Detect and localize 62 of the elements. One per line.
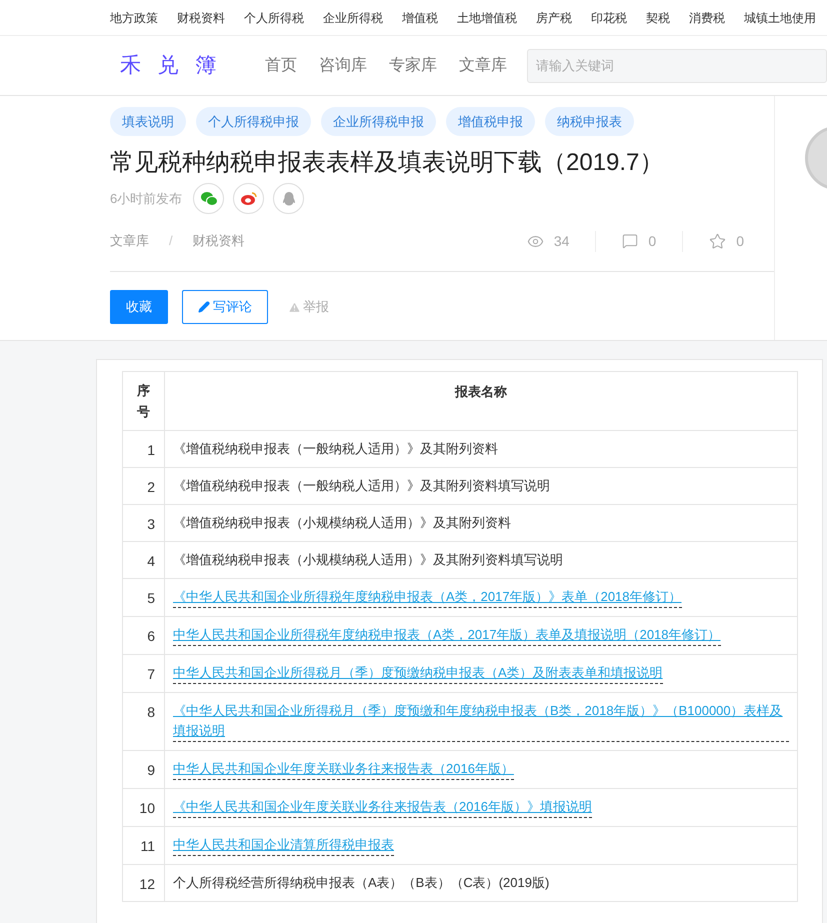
table-header-cell: 报表名称 xyxy=(164,372,798,430)
table-header-cell: 序号 xyxy=(122,372,164,430)
breadcrumb-link[interactable]: 文章库 xyxy=(110,231,149,251)
document-title: 个人所得税经营所得纳税申报表（A表）（B表）（C表）(2019版) xyxy=(173,875,550,890)
view-count: 34 xyxy=(554,232,570,250)
main-nav-link[interactable]: 专家库 xyxy=(389,54,437,78)
comment-count: 0 xyxy=(648,232,656,250)
top-nav-link[interactable]: 增值税 xyxy=(402,8,438,26)
document-title: 《增值税纳税申报表（一般纳税人适用）》及其附列资料 xyxy=(173,441,498,456)
table-cell: 4 xyxy=(122,542,164,578)
table-cell: 3 xyxy=(122,504,164,542)
share-button[interactable] xyxy=(273,183,304,214)
pencil-icon xyxy=(198,301,210,313)
top-nav-link[interactable]: 城镇土地使用 xyxy=(744,8,816,26)
publish-time: 6小时前发布 xyxy=(110,190,182,208)
document-title: 《增值税纳税申报表（小规模纳税人适用）》及其附列资料 xyxy=(173,515,511,530)
favorite-button[interactable]: 收藏 xyxy=(110,290,168,324)
share-button[interactable] xyxy=(193,183,224,214)
breadcrumb-link[interactable]: 财税资料 xyxy=(192,231,245,251)
top-nav-link[interactable]: 个人所得税 xyxy=(244,8,304,26)
table-cell: 1 xyxy=(122,430,164,468)
top-nav-link[interactable]: 企业所得税 xyxy=(323,8,383,26)
top-nav-link[interactable]: 印花税 xyxy=(591,8,627,26)
top-nav-link[interactable]: 消费税 xyxy=(689,8,725,26)
top-nav-link[interactable]: 地方政策 xyxy=(110,8,158,26)
table-cell: 7 xyxy=(122,654,164,692)
chat-bubbles-icon xyxy=(200,190,218,206)
table-cell: 8 xyxy=(122,692,164,750)
table-cell: 10 xyxy=(122,788,164,826)
star-icon xyxy=(709,232,726,250)
favorite-count: 0 xyxy=(736,232,744,250)
warning-icon xyxy=(288,300,301,314)
search-field[interactable]: 请输入关键词 xyxy=(527,48,827,82)
article-title: 常见税种纳税申报表表样及填表说明下载（2019.7） xyxy=(110,148,664,178)
main-nav-link[interactable]: 首页 xyxy=(265,54,297,78)
table-cell: 2 xyxy=(122,468,164,504)
document-title: 《增值税纳税申报表（小规模纳税人适用）》及其附列资料填写说明 xyxy=(173,552,563,567)
main-nav-link[interactable]: 文章库 xyxy=(459,54,507,78)
site-logo[interactable]: 禾 兑 簿 xyxy=(120,50,265,82)
tag-chip[interactable]: 纳税申报表 xyxy=(545,107,634,136)
report-button[interactable]: 举报 xyxy=(288,297,329,317)
table-cell: 6 xyxy=(122,616,164,654)
tag-chip[interactable]: 个人所得税申报 xyxy=(196,107,311,136)
table-cell: 12 xyxy=(122,864,164,902)
top-nav-link[interactable]: 土地增值税 xyxy=(457,8,517,26)
top-nav-link[interactable]: 房产税 xyxy=(536,8,572,26)
table-cell: 5 xyxy=(122,578,164,616)
breadcrumb-separator: / xyxy=(169,232,173,250)
main-nav-link[interactable]: 咨询库 xyxy=(319,54,367,78)
tag-chip[interactable]: 增值税申报 xyxy=(446,107,535,136)
tag-chip[interactable]: 填表说明 xyxy=(110,107,186,136)
write-comment-button[interactable]: 写评论 xyxy=(182,290,268,324)
share-button[interactable] xyxy=(233,183,264,214)
document-title: 《增值税纳税申报表（一般纳税人适用）》及其附列资料填写说明 xyxy=(173,478,550,493)
penguin-icon xyxy=(282,190,296,206)
top-nav-link[interactable]: 财税资料 xyxy=(177,8,225,26)
comment-icon xyxy=(622,233,638,249)
top-nav-link[interactable]: 契税 xyxy=(646,8,670,26)
tag-chip[interactable]: 企业所得税申报 xyxy=(321,107,436,136)
table-cell: 11 xyxy=(122,826,164,864)
eye-swirl-icon xyxy=(240,191,258,206)
table-cell: 9 xyxy=(122,750,164,788)
